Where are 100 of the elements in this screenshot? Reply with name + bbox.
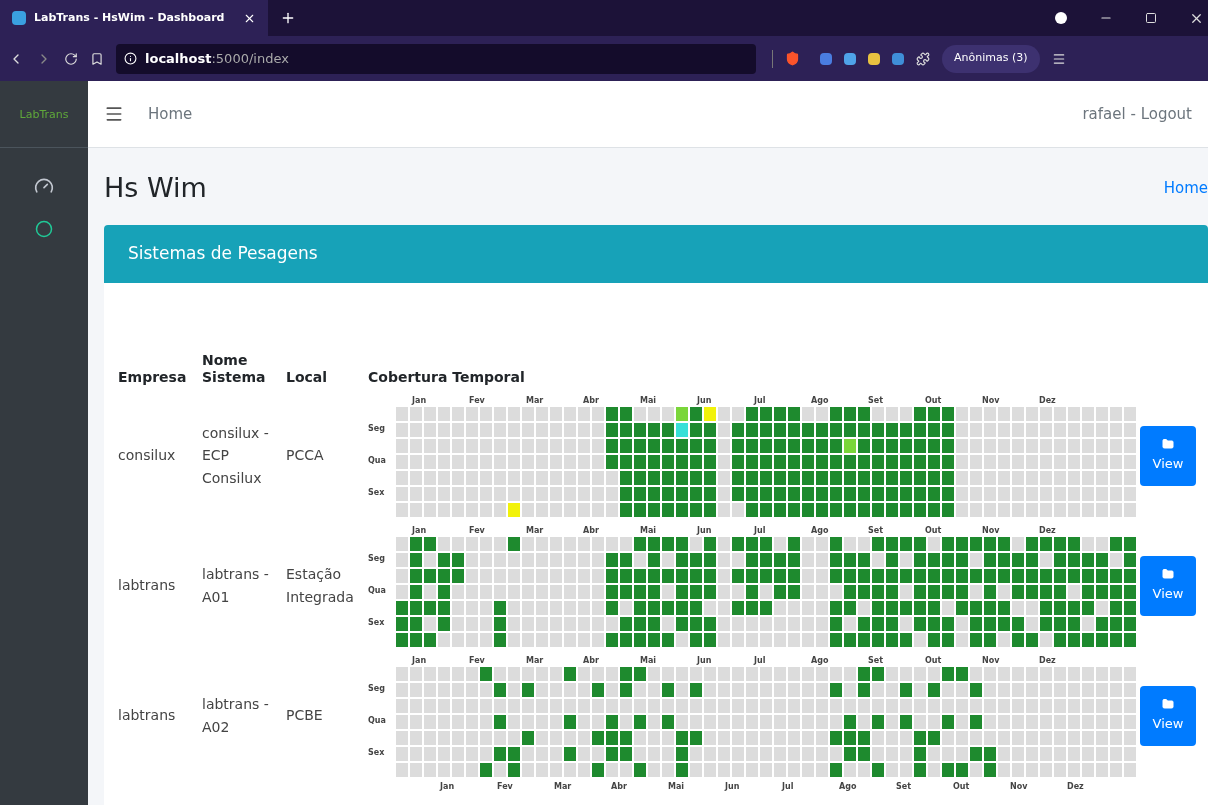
month-label: Jun bbox=[725, 783, 741, 791]
view-button[interactable]: View bbox=[1140, 425, 1196, 486]
info-icon bbox=[124, 52, 137, 65]
address-text: localhost:5000/index bbox=[145, 49, 289, 68]
weekday-label: Sex bbox=[368, 489, 385, 497]
profile-button[interactable]: Anônimas (3) bbox=[942, 44, 1040, 73]
month-label: Set bbox=[896, 783, 912, 791]
month-label: Ago bbox=[811, 526, 830, 535]
month-label: Ago bbox=[839, 783, 858, 791]
home-link[interactable]: Home bbox=[148, 102, 193, 126]
new-tab-icon[interactable] bbox=[280, 10, 296, 26]
month-label: Mai bbox=[640, 396, 658, 405]
month-label: Out bbox=[925, 396, 943, 405]
table-cell-text: PCBE bbox=[286, 706, 324, 726]
month-label: Dez bbox=[1039, 396, 1057, 405]
month-label: Jul bbox=[782, 783, 795, 791]
extension-icon[interactable] bbox=[820, 52, 832, 65]
folder-icon bbox=[1162, 567, 1174, 580]
month-label: Jul bbox=[754, 656, 767, 665]
month-label: Set bbox=[868, 656, 884, 665]
column-header: Local bbox=[286, 369, 329, 387]
logo-text[interactable]: LabTrans bbox=[19, 108, 69, 120]
reload-icon[interactable] bbox=[64, 51, 78, 66]
view-button[interactable]: View bbox=[1140, 555, 1196, 616]
month-label: Fev bbox=[497, 783, 514, 791]
month-label: Mar bbox=[554, 783, 573, 791]
month-label: Jun bbox=[697, 526, 713, 535]
weekday-label: Seg bbox=[368, 555, 385, 563]
month-label: Fev bbox=[469, 656, 486, 665]
month-label: Abr bbox=[611, 783, 628, 791]
extension-icon[interactable] bbox=[892, 52, 904, 65]
table-cell-text: PCCA bbox=[286, 446, 325, 466]
month-label: Jan bbox=[412, 396, 428, 405]
month-label: Abr bbox=[583, 526, 600, 535]
month-label: Abr bbox=[583, 396, 600, 405]
month-label: Out bbox=[925, 526, 943, 535]
folder-icon bbox=[1162, 437, 1174, 450]
maximize-icon[interactable] bbox=[1145, 12, 1157, 24]
shield-icon[interactable] bbox=[785, 51, 800, 66]
view-button[interactable]: View bbox=[1140, 685, 1196, 746]
dashboard-icon[interactable] bbox=[34, 176, 54, 196]
weekday-label: Sex bbox=[368, 749, 385, 757]
address-field[interactable]: localhost:5000/index bbox=[116, 43, 756, 74]
menu-icon[interactable] bbox=[104, 104, 124, 124]
table-cell-text: labtrans bbox=[118, 706, 177, 725]
weekday-label: Qua bbox=[368, 587, 386, 595]
month-label: Ago bbox=[811, 656, 830, 665]
month-label: Jan bbox=[412, 526, 428, 535]
month-label: Dez bbox=[1067, 783, 1085, 791]
column-header: Cobertura Temporal bbox=[368, 369, 526, 387]
logout-link[interactable]: rafael - Logout bbox=[1082, 102, 1192, 126]
month-label: Mai bbox=[640, 526, 658, 535]
browser-tab[interactable]: LabTrans - HsWim - Dashboard bbox=[0, 0, 268, 36]
month-label: Out bbox=[925, 656, 943, 665]
month-label: Nov bbox=[1010, 783, 1029, 791]
table-cell-text: labtrans - A02 bbox=[202, 695, 270, 737]
circle-icon[interactable] bbox=[35, 220, 53, 238]
weekday-label: Seg bbox=[368, 425, 385, 433]
menu-icon[interactable] bbox=[1051, 51, 1066, 66]
month-label: Nov bbox=[982, 526, 1001, 535]
month-label: Jan bbox=[440, 783, 456, 791]
month-label: Jul bbox=[754, 526, 767, 535]
month-label: Jul bbox=[754, 396, 767, 405]
table-cell-text: labtrans - A01 bbox=[202, 565, 270, 607]
extension-icon[interactable] bbox=[868, 52, 880, 65]
weekday-label: Sex bbox=[368, 619, 385, 627]
card-title: Sistemas de Pesagens bbox=[128, 241, 318, 265]
month-label: Abr bbox=[583, 656, 600, 665]
month-label: Dez bbox=[1039, 526, 1057, 535]
month-label: Nov bbox=[982, 656, 1001, 665]
folder-icon bbox=[1162, 697, 1174, 710]
month-label: Jan bbox=[412, 656, 428, 665]
column-header: Empresa bbox=[118, 369, 188, 387]
extension-icon[interactable] bbox=[844, 52, 856, 65]
table-cell-text: consilux - ECP Consilux bbox=[202, 423, 270, 488]
puzzle-icon[interactable] bbox=[916, 51, 930, 66]
month-label: Fev bbox=[469, 396, 486, 405]
month-label: Set bbox=[868, 396, 884, 405]
bookmark-icon[interactable] bbox=[90, 51, 104, 66]
month-label: Out bbox=[953, 783, 971, 791]
month-label: Mar bbox=[526, 526, 545, 535]
month-label: Jun bbox=[697, 396, 713, 405]
month-label: Ago bbox=[811, 396, 830, 405]
favicon-icon bbox=[12, 11, 26, 25]
month-label: Nov bbox=[982, 396, 1001, 405]
month-label: Set bbox=[868, 526, 884, 535]
month-label: Jun bbox=[697, 656, 713, 665]
column-header: Nome Sistema bbox=[202, 351, 267, 387]
month-label: Mar bbox=[526, 656, 545, 665]
weekday-label: Qua bbox=[368, 717, 386, 725]
weekday-label: Qua bbox=[368, 457, 386, 465]
month-label: Mar bbox=[526, 396, 545, 405]
month-label: Fev bbox=[469, 526, 486, 535]
month-label: Dez bbox=[1039, 656, 1057, 665]
table-cell-text: consilux bbox=[118, 446, 177, 465]
page-title: Hs Wim bbox=[104, 171, 208, 205]
table-cell-text: Estação Integrada bbox=[286, 565, 355, 607]
breadcrumb-link[interactable]: Home bbox=[1163, 177, 1208, 200]
month-label: Mai bbox=[668, 783, 686, 791]
month-label: Mai bbox=[640, 656, 658, 665]
